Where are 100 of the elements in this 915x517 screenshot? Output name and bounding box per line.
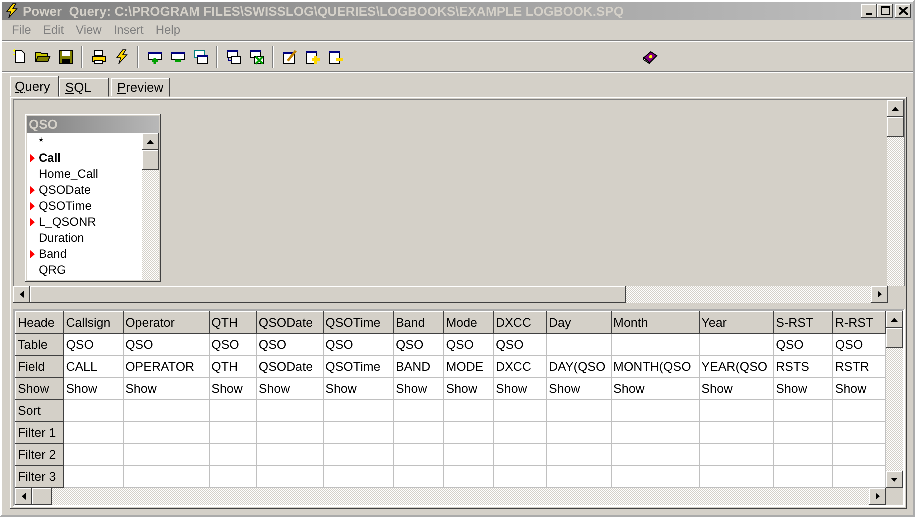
field-item[interactable]: QSOTime	[27, 198, 142, 214]
column-header[interactable]: QSOTime	[323, 312, 394, 334]
scroll-thumb[interactable]	[32, 488, 52, 505]
column-header[interactable]: Mode	[444, 312, 494, 334]
field-item[interactable]: *	[27, 134, 142, 150]
field-name: QRG	[39, 263, 66, 277]
scroll-right-button[interactable]	[869, 488, 886, 505]
table-cell: Show	[774, 378, 833, 400]
close-button[interactable]	[895, 4, 911, 18]
left-arrow-icon	[22, 493, 26, 500]
scroll-thumb[interactable]	[887, 117, 904, 137]
table-cell: QSO	[123, 334, 210, 356]
column-header[interactable]: QSODate	[256, 312, 324, 334]
right-arrow-icon	[878, 291, 882, 298]
table-cell: Show	[209, 378, 256, 400]
tab[interactable]: Query	[10, 76, 60, 97]
table-cell: QSOTime	[323, 356, 394, 378]
maximize-button[interactable]	[877, 4, 893, 18]
table-cell: Show	[494, 378, 547, 400]
table-cell: YEAR(QSO	[699, 356, 774, 378]
field-name: L_QSONR	[39, 215, 96, 229]
table-box[interactable]: QSO * Call Home_Call QSODate QSOTime L_QSONR Duration Band QRG	[25, 114, 161, 282]
table-cell: QSO	[494, 334, 547, 356]
minimize-button[interactable]	[861, 4, 877, 18]
table-cell: QSO	[209, 334, 256, 356]
scroll-up-button[interactable]	[886, 311, 903, 328]
column-header[interactable]: Day	[546, 312, 612, 334]
scroll-thumb[interactable]	[142, 150, 159, 170]
up-arrow-icon	[892, 106, 899, 110]
column-header[interactable]: QTH	[209, 312, 256, 334]
scroll-thumb[interactable]	[30, 286, 626, 303]
table-cell: BAND	[393, 356, 444, 378]
scroll-right-button[interactable]	[871, 286, 888, 303]
scroll-up-button[interactable]	[887, 100, 904, 117]
table-cell: Show	[256, 378, 324, 400]
field-item[interactable]: Call	[27, 150, 142, 166]
column-header[interactable]: Band	[393, 312, 444, 334]
close-icon	[898, 7, 908, 16]
column-header[interactable]: R-RST	[832, 312, 886, 334]
up-arrow-icon	[891, 318, 898, 322]
right-arrow-icon	[876, 493, 880, 500]
field-name: QSOTime	[39, 199, 92, 213]
table-cell: Show	[546, 378, 612, 400]
table-cell: Show	[611, 378, 700, 400]
row-header[interactable]: Heade	[16, 312, 64, 334]
table-cell: Show	[699, 378, 774, 400]
column-header[interactable]: Year	[699, 312, 774, 334]
field-name: Duration	[39, 231, 84, 245]
table-cell: OPERATOR	[123, 356, 210, 378]
field-name: Band	[39, 247, 68, 261]
table-cell: DAY(QSO	[546, 356, 612, 378]
field-name: *	[39, 135, 44, 149]
field-item[interactable]: QSODate	[27, 182, 142, 198]
row-header[interactable]: Sort	[16, 400, 64, 422]
row-header[interactable]: Filter 1	[16, 422, 64, 444]
table-cell: QSO	[256, 334, 324, 356]
scroll-up-button[interactable]	[142, 133, 159, 150]
table-cell: Show	[323, 378, 394, 400]
table-cell: QSO	[444, 334, 494, 356]
field-name: Home_Call	[39, 167, 98, 181]
table-cell: Show	[393, 378, 444, 400]
row-header[interactable]: Filter 3	[16, 466, 64, 488]
table-cell: QSO	[774, 334, 833, 356]
table-cell: QTH	[209, 356, 256, 378]
column-header[interactable]: DXCC	[494, 312, 547, 334]
table-cell: QSO	[64, 334, 124, 356]
field-item[interactable]: QRG	[27, 262, 142, 278]
scroll-left-button[interactable]	[13, 286, 30, 303]
lightning-icon	[4, 3, 20, 20]
left-arrow-icon	[20, 291, 24, 298]
table-cell: MODE	[444, 356, 494, 378]
field-item[interactable]: Band	[27, 246, 142, 262]
table-cell: QSO	[323, 334, 394, 356]
column-header[interactable]: Operator	[123, 312, 210, 334]
field-item[interactable]: L_QSONR	[27, 214, 142, 230]
column-header[interactable]: Callsign	[64, 312, 124, 334]
row-header[interactable]: Show	[16, 378, 64, 400]
table-cell: Show	[444, 378, 494, 400]
column-header[interactable]: S-RST	[774, 312, 833, 334]
scroll-thumb[interactable]	[886, 328, 903, 348]
tab[interactable]: Preview	[111, 78, 170, 97]
minimize-icon	[866, 13, 872, 16]
row-header[interactable]: Filter 2	[16, 444, 64, 466]
table-cell: QSO	[393, 334, 444, 356]
row-header[interactable]: Table	[16, 334, 64, 356]
scroll-down-button[interactable]	[886, 471, 903, 488]
field-item[interactable]: Home_Call	[27, 166, 142, 182]
field-name: Call	[39, 151, 62, 165]
table-title: QSO	[27, 116, 159, 133]
tab[interactable]: SQL	[59, 78, 110, 97]
table-cell: Show	[123, 378, 210, 400]
table-cell: CALL	[64, 356, 124, 378]
column-header[interactable]: Month	[611, 312, 700, 334]
maximize-icon	[880, 6, 890, 16]
scroll-left-button[interactable]	[15, 488, 32, 505]
row-header[interactable]: Field	[16, 356, 64, 378]
table-cell: DXCC	[494, 356, 547, 378]
field-item[interactable]: Duration	[27, 230, 142, 246]
field-name: QSODate	[39, 183, 92, 197]
table-cell: QSODate	[256, 356, 324, 378]
